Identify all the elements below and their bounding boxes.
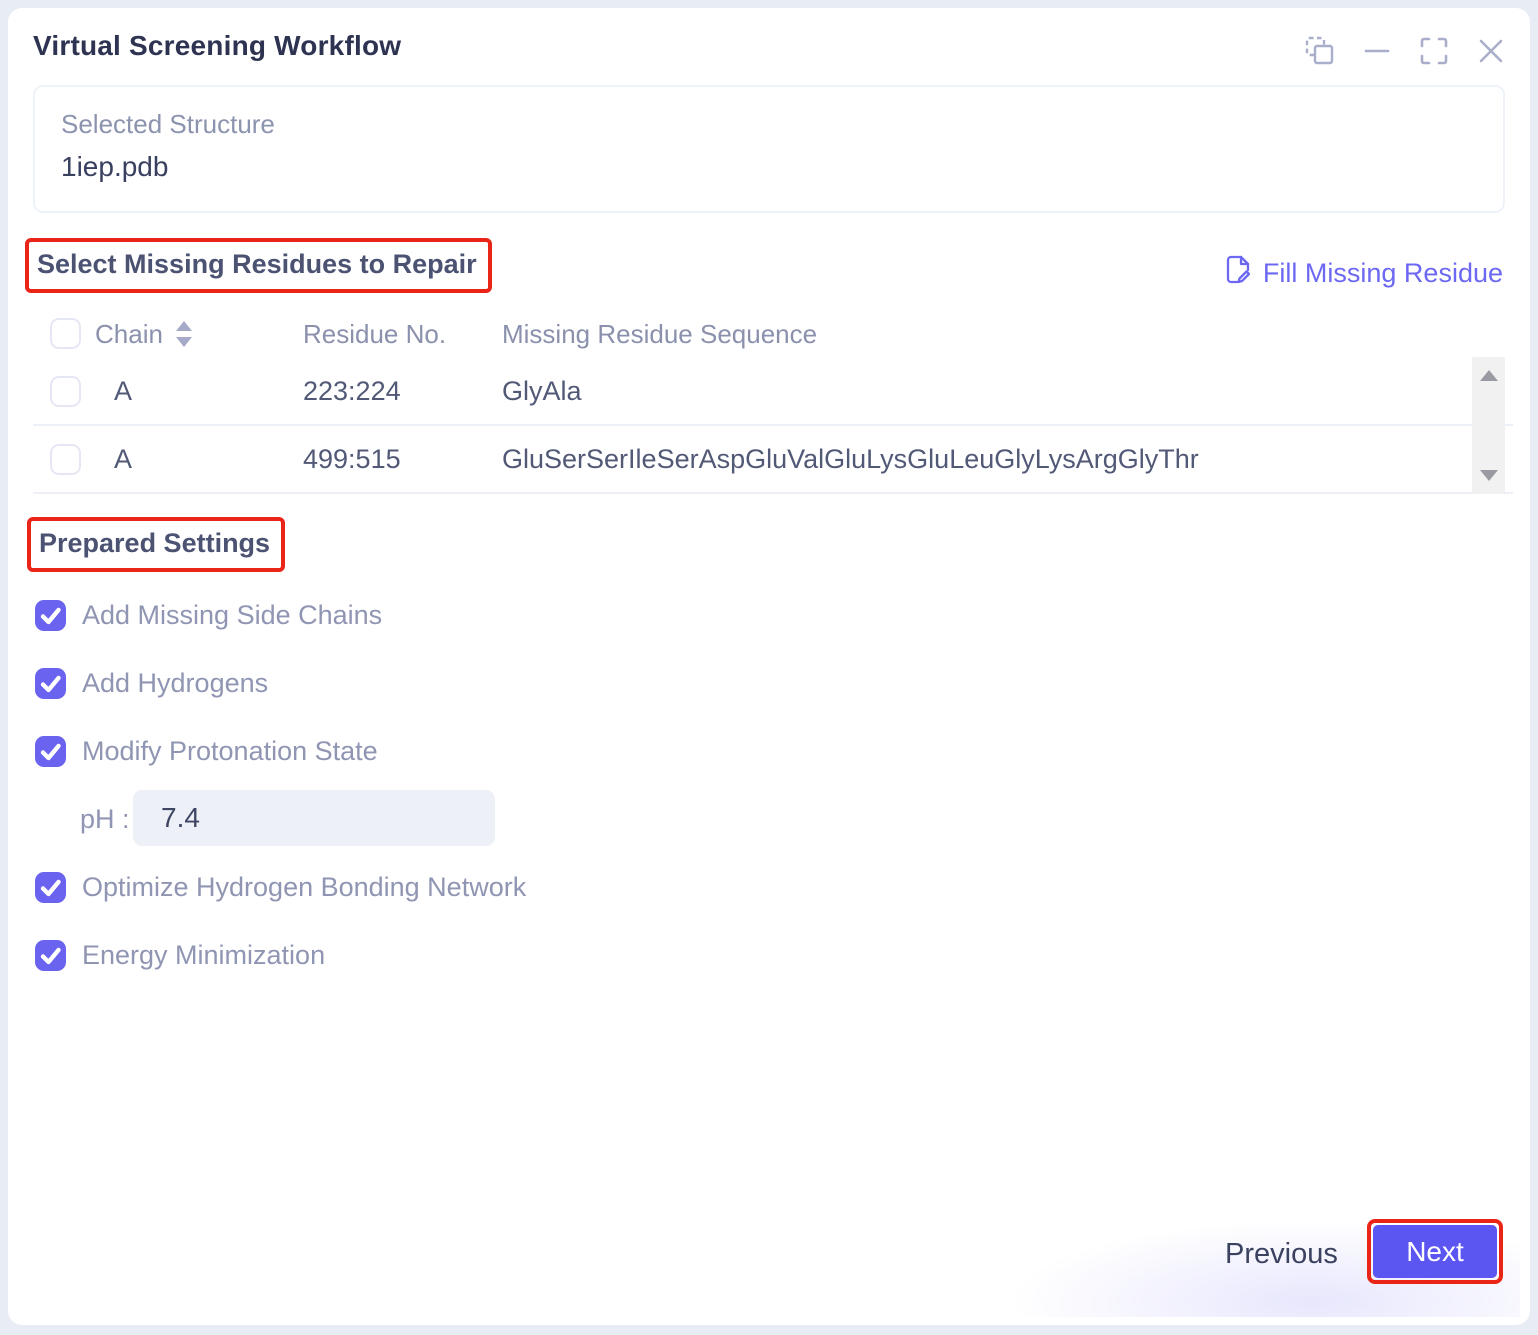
fill-missing-residue-label: Fill Missing Residue — [1263, 258, 1503, 289]
selected-structure-label: Selected Structure — [61, 109, 275, 140]
checked-checkbox[interactable] — [35, 600, 66, 631]
minimize-icon[interactable] — [1360, 34, 1394, 68]
row-checkbox[interactable] — [50, 444, 81, 475]
cell-sequence: GlyAla — [502, 358, 582, 424]
maximize-icon[interactable] — [1417, 34, 1451, 68]
selected-structure-box: Selected Structure 1iep.pdb — [33, 85, 1505, 213]
checked-checkbox[interactable] — [35, 940, 66, 971]
duplicate-window-icon[interactable] — [1303, 34, 1337, 68]
missing-residues-table: Chain Residue No. Missing Residue Sequen… — [33, 310, 1513, 494]
checked-checkbox[interactable] — [35, 736, 66, 767]
selected-structure-value: 1iep.pdb — [61, 151, 168, 183]
option-label: Energy Minimization — [82, 940, 325, 971]
annotation-box-settings-heading: Prepared Settings — [27, 517, 285, 572]
scroll-down-icon[interactable] — [1480, 470, 1498, 481]
cell-chain: A — [114, 358, 132, 424]
row-checkbox[interactable] — [50, 376, 81, 407]
ph-label: pH : — [80, 804, 130, 835]
fill-missing-residue-icon — [1225, 254, 1252, 292]
column-header-chain[interactable]: Chain — [95, 310, 163, 358]
cell-residue-no: 499:515 — [303, 426, 401, 492]
table-header-row: Chain Residue No. Missing Residue Sequen… — [33, 310, 1513, 358]
cell-residue-no: 223:224 — [303, 358, 401, 424]
annotation-box-next-button: Next — [1367, 1219, 1503, 1284]
option-modify-protonation-state: Modify Protonation State — [35, 736, 378, 767]
close-icon[interactable] — [1474, 34, 1508, 68]
dialog-title: Virtual Screening Workflow — [33, 30, 401, 62]
cell-sequence: GluSerSerIleSerAspGluValGluLysGluLeuGlyL… — [502, 426, 1199, 492]
option-label: Optimize Hydrogen Bonding Network — [82, 872, 526, 903]
fill-missing-residue-link[interactable]: Fill Missing Residue — [1225, 254, 1503, 292]
table-row: A 223:224 GlyAla — [33, 358, 1513, 426]
scroll-up-icon[interactable] — [1480, 370, 1498, 381]
sort-desc-icon — [176, 337, 192, 347]
checked-checkbox[interactable] — [35, 872, 66, 903]
option-add-hydrogens: Add Hydrogens — [35, 668, 268, 699]
checked-checkbox[interactable] — [35, 668, 66, 699]
previous-button[interactable]: Previous — [1211, 1232, 1352, 1277]
table-row: A 499:515 GluSerSerIleSerAspGluValGluLys… — [33, 426, 1513, 494]
annotation-box-residues-heading: Select Missing Residues to Repair — [25, 238, 492, 293]
select-all-checkbox[interactable] — [50, 318, 81, 349]
option-label: Add Hydrogens — [82, 668, 268, 699]
settings-section-heading: Prepared Settings — [39, 528, 270, 559]
table-scrollbar[interactable] — [1472, 357, 1505, 494]
virtual-screening-dialog: Virtual Screening Workflow — [8, 8, 1530, 1325]
chain-sort-icon[interactable] — [174, 319, 192, 349]
option-label: Modify Protonation State — [82, 736, 378, 767]
window-controls — [1303, 34, 1508, 68]
option-optimize-hydrogen-bonding: Optimize Hydrogen Bonding Network — [35, 872, 526, 903]
next-button[interactable]: Next — [1373, 1225, 1497, 1278]
ph-input[interactable] — [133, 790, 495, 846]
option-energy-minimization: Energy Minimization — [35, 940, 325, 971]
option-add-missing-side-chains: Add Missing Side Chains — [35, 600, 382, 631]
column-header-residue-no: Residue No. — [303, 310, 446, 358]
sort-asc-icon — [176, 321, 192, 331]
residues-section-heading: Select Missing Residues to Repair — [37, 249, 477, 280]
cell-chain: A — [114, 426, 132, 492]
option-label: Add Missing Side Chains — [82, 600, 382, 631]
column-header-sequence: Missing Residue Sequence — [502, 310, 817, 358]
